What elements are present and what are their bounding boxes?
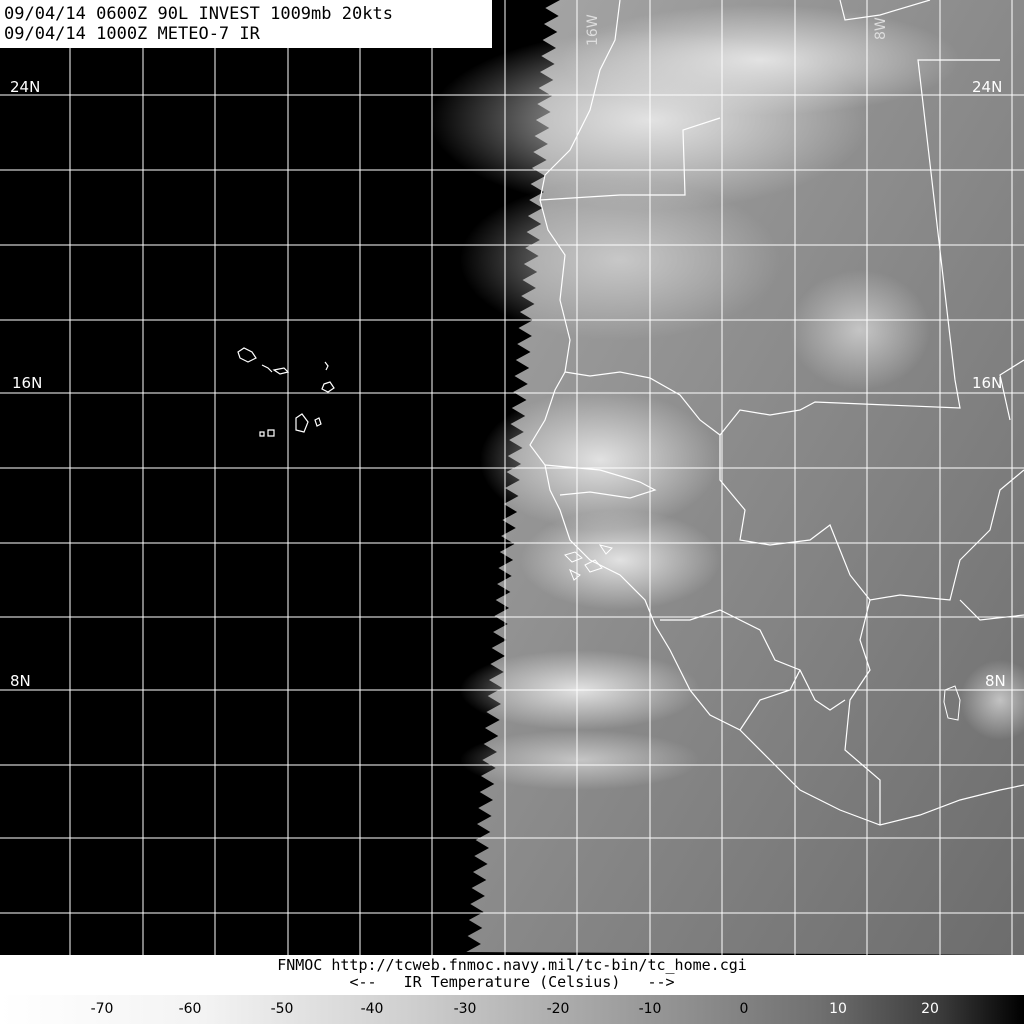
- image-footer: FNMOC http://tcweb.fnmoc.navy.mil/tc-bin…: [0, 955, 1024, 1024]
- colorbar-tick: -50: [270, 1001, 294, 1017]
- lat-label-8n-west: 8N: [10, 672, 31, 690]
- colorbar-tick: 0: [739, 1001, 749, 1017]
- source-credit: FNMOC http://tcweb.fnmoc.navy.mil/tc-bin…: [277, 956, 747, 974]
- image-header: 09/04/14 0600Z 90L INVEST 1009mb 20kts 0…: [0, 0, 492, 48]
- lat-label-24n-west: 24N: [10, 78, 41, 96]
- colorbar-tick: -10: [638, 1001, 662, 1017]
- colorbar-tick: -40: [360, 1001, 384, 1017]
- colorbar-tick: 10: [829, 1001, 847, 1017]
- temperature-colorbar: [0, 995, 1024, 1024]
- lon-label-8w: 8W: [873, 17, 889, 40]
- colorbar-tick: -70: [90, 1001, 114, 1017]
- lat-label-8n-east: 8N: [985, 672, 1006, 690]
- storm-info-line: 09/04/14 0600Z 90L INVEST 1009mb 20kts: [4, 4, 393, 24]
- colorbar-tick: -30: [453, 1001, 477, 1017]
- lon-label-16w: 16W: [585, 14, 601, 46]
- satellite-info-line: 09/04/14 1000Z METEO-7 IR: [4, 24, 260, 44]
- lat-label-24n-east: 24N: [972, 78, 1003, 96]
- satellite-ir-map: [0, 0, 1024, 955]
- colorbar-tick: -60: [178, 1001, 202, 1017]
- lat-label-16n-east: 16N: [972, 374, 1003, 392]
- lat-label-16n-west: 16N: [12, 374, 43, 392]
- colorbar-tick: -20: [546, 1001, 570, 1017]
- colorbar-tick: 20: [921, 1001, 939, 1017]
- legend-title: <-- IR Temperature (Celsius) -->: [349, 973, 675, 991]
